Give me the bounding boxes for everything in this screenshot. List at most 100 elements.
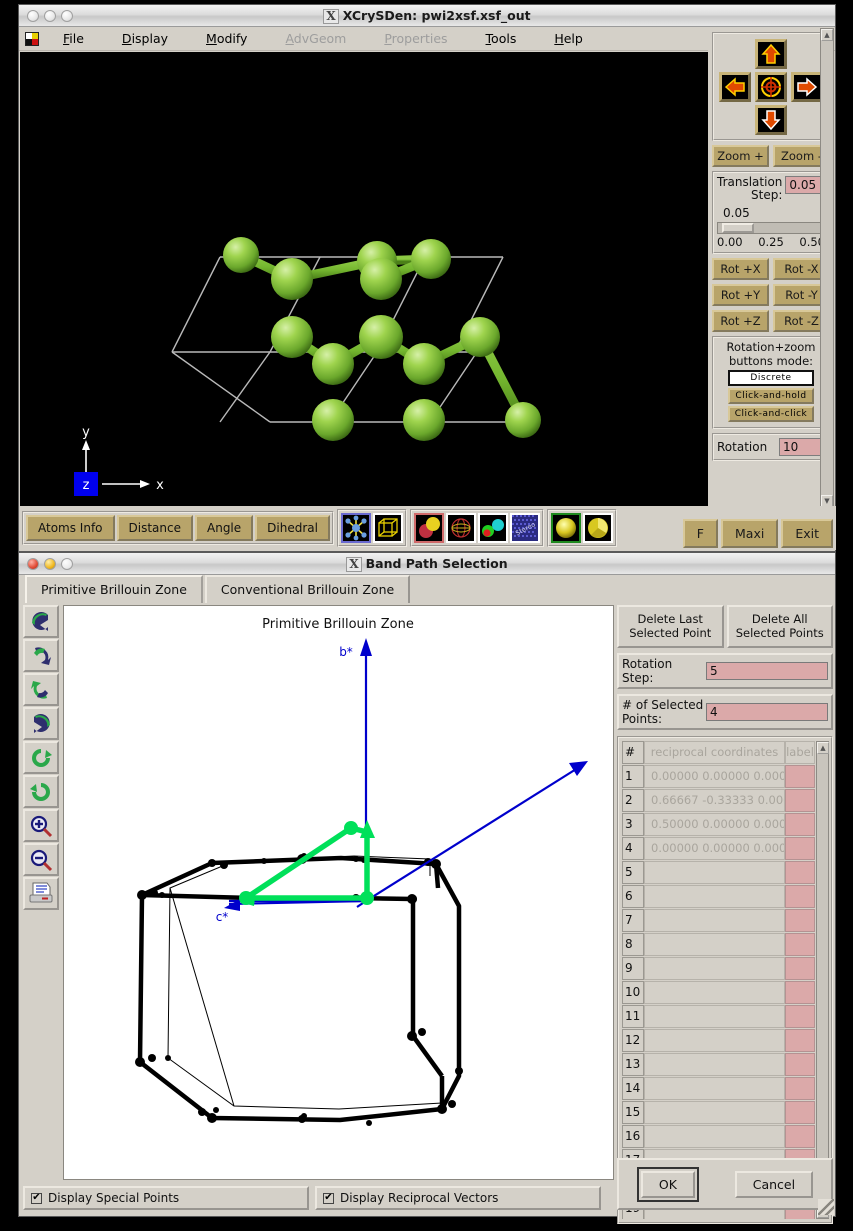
row-reciprocal-coordinates[interactable]	[644, 885, 785, 908]
ball-stick-icon[interactable]	[341, 513, 371, 543]
table-row[interactable]: 9	[622, 957, 815, 980]
row-reciprocal-coordinates[interactable]	[644, 1101, 785, 1124]
resize-grip[interactable]	[818, 1199, 834, 1215]
row-reciprocal-coordinates[interactable]	[644, 933, 785, 956]
row-label-field[interactable]	[785, 1077, 815, 1100]
structure-viewport[interactable]: z y x	[20, 52, 710, 510]
row-reciprocal-coordinates[interactable]	[644, 1125, 785, 1148]
row-reciprocal-coordinates[interactable]	[644, 981, 785, 1004]
table-row[interactable]: 15	[622, 1101, 815, 1124]
arrow-right-icon[interactable]	[791, 72, 823, 102]
row-label-field[interactable]	[785, 933, 815, 956]
table-row[interactable]: 30.50000 0.00000 0.00000	[622, 813, 815, 836]
mode-click-and-hold-button[interactable]: Click-and-hold	[728, 388, 814, 404]
table-row[interactable]: 6	[622, 885, 815, 908]
zoom-in-icon[interactable]	[23, 809, 59, 842]
checkbox-reciprocal-vectors-icon[interactable]: ✔	[323, 1193, 334, 1204]
translation-slider[interactable]	[717, 222, 825, 234]
brillouin-zone-plot[interactable]: Primitive Brillouin Zone	[63, 605, 614, 1180]
wireframe-cell-icon[interactable]	[373, 513, 403, 543]
ok-button[interactable]: OK	[641, 1171, 695, 1198]
checkbox-display-reciprocal-vectors[interactable]: ✔ Display Reciprocal Vectors	[315, 1186, 601, 1210]
row-reciprocal-coordinates[interactable]	[644, 1077, 785, 1100]
sphere-sector-icon[interactable]	[583, 513, 613, 543]
table-row[interactable]: 12	[622, 1029, 815, 1052]
control-panel-scrollbar[interactable]: ▲ ▼	[820, 28, 834, 508]
table-row[interactable]: 20.66667 -0.33333 0.00000	[622, 789, 815, 812]
mesh-sphere-icon[interactable]	[446, 513, 476, 543]
maximize-view-button[interactable]: Maxi	[721, 519, 778, 548]
delete-all-selected-points-button[interactable]: Delete All Selected Points	[727, 605, 834, 648]
row-label-field[interactable]	[785, 1125, 815, 1148]
table-row[interactable]: 40.00000 0.00000 0.00000	[622, 837, 815, 860]
row-label-field[interactable]	[785, 1101, 815, 1124]
rotate-cw-icon[interactable]	[23, 741, 59, 774]
tab-conventional-brillouin-zone[interactable]: Conventional Brillouin Zone	[205, 575, 410, 603]
menu-tools[interactable]: Tools	[476, 29, 527, 48]
cancel-button[interactable]: Cancel	[735, 1171, 813, 1198]
row-reciprocal-coordinates[interactable]: 0.50000 0.00000 0.00000	[644, 813, 785, 836]
delete-last-selected-point-button[interactable]: Delete Last Selected Point	[617, 605, 724, 648]
center-target-icon[interactable]	[755, 72, 787, 102]
atoms-info-button[interactable]: Atoms Info	[26, 515, 115, 541]
table-row[interactable]: 8	[622, 933, 815, 956]
arrow-up-icon[interactable]	[755, 39, 787, 69]
rotate-ccw-icon[interactable]	[23, 775, 59, 808]
row-label-field[interactable]	[785, 861, 815, 884]
table-row[interactable]: 11	[622, 1005, 815, 1028]
row-reciprocal-coordinates[interactable]	[644, 1053, 785, 1076]
table-row[interactable]: 13	[622, 1053, 815, 1076]
spacefill-icon[interactable]	[414, 513, 444, 543]
table-row[interactable]: 14	[622, 1077, 815, 1100]
table-scroll-up-icon[interactable]: ▲	[817, 742, 829, 754]
arrow-down-icon[interactable]	[755, 105, 787, 135]
row-reciprocal-coordinates[interactable]	[644, 909, 785, 932]
angle-button[interactable]: Angle	[195, 515, 253, 541]
exit-button[interactable]: Exit	[781, 519, 833, 548]
rotate-right-icon[interactable]	[23, 707, 59, 740]
rot-plus-y-button[interactable]: Rot +Y	[712, 284, 769, 306]
row-label-field[interactable]	[785, 1053, 815, 1076]
row-reciprocal-coordinates[interactable]: 0.66667 -0.33333 0.00000	[644, 789, 785, 812]
table-row[interactable]: 5	[622, 861, 815, 884]
row-label-field[interactable]	[785, 957, 815, 980]
translation-slider-thumb[interactable]	[722, 223, 754, 233]
sphere-light-icon[interactable]	[551, 513, 581, 543]
row-label-field[interactable]	[785, 813, 815, 836]
table-row[interactable]: 16	[622, 1125, 815, 1148]
tab-primitive-brillouin-zone[interactable]: Primitive Brillouin Zone	[25, 575, 203, 603]
row-reciprocal-coordinates[interactable]	[644, 1029, 785, 1052]
row-reciprocal-coordinates[interactable]	[644, 861, 785, 884]
menu-display[interactable]: Display	[112, 29, 178, 48]
checkbox-display-special-points[interactable]: ✔ Display Special Points	[23, 1186, 309, 1210]
rotate-down-icon[interactable]	[23, 639, 59, 672]
num-selected-points-input[interactable]: 4	[706, 703, 828, 721]
rotation-step-input[interactable]: 5	[706, 662, 828, 680]
row-reciprocal-coordinates[interactable]	[644, 1005, 785, 1028]
mode-discrete-button[interactable]: Discrete	[728, 370, 814, 386]
rot-plus-z-button[interactable]: Rot +Z	[712, 310, 769, 332]
zoom-in-button[interactable]: Zoom +	[712, 145, 769, 167]
distance-button[interactable]: Distance	[117, 515, 193, 541]
row-label-field[interactable]	[785, 789, 815, 812]
row-label-field[interactable]	[785, 885, 815, 908]
anaglyph-glasses-icon[interactable]	[478, 513, 508, 543]
row-label-field[interactable]	[785, 1029, 815, 1052]
menu-modify[interactable]: Modify	[196, 29, 257, 48]
table-row[interactable]: 7	[622, 909, 815, 932]
row-label-field[interactable]	[785, 981, 815, 1004]
rot-plus-x-button[interactable]: Rot +X	[712, 258, 769, 280]
row-label-field[interactable]	[785, 1005, 815, 1028]
arrow-left-icon[interactable]	[719, 72, 751, 102]
table-scrollbar[interactable]: ▲ ▼	[816, 741, 829, 1219]
row-reciprocal-coordinates[interactable]	[644, 957, 785, 980]
translation-arrow-pad[interactable]	[717, 37, 825, 136]
stereo-icon[interactable]: Stereo	[510, 513, 540, 543]
dihedral-button[interactable]: Dihedral	[255, 515, 330, 541]
row-reciprocal-coordinates[interactable]: 0.00000 0.00000 0.00000	[644, 765, 785, 788]
row-label-field[interactable]	[785, 909, 815, 932]
table-row[interactable]: 10	[622, 981, 815, 1004]
row-label-field[interactable]	[785, 765, 815, 788]
rotate-up-icon[interactable]	[23, 673, 59, 706]
row-reciprocal-coordinates[interactable]: 0.00000 0.00000 0.00000	[644, 837, 785, 860]
